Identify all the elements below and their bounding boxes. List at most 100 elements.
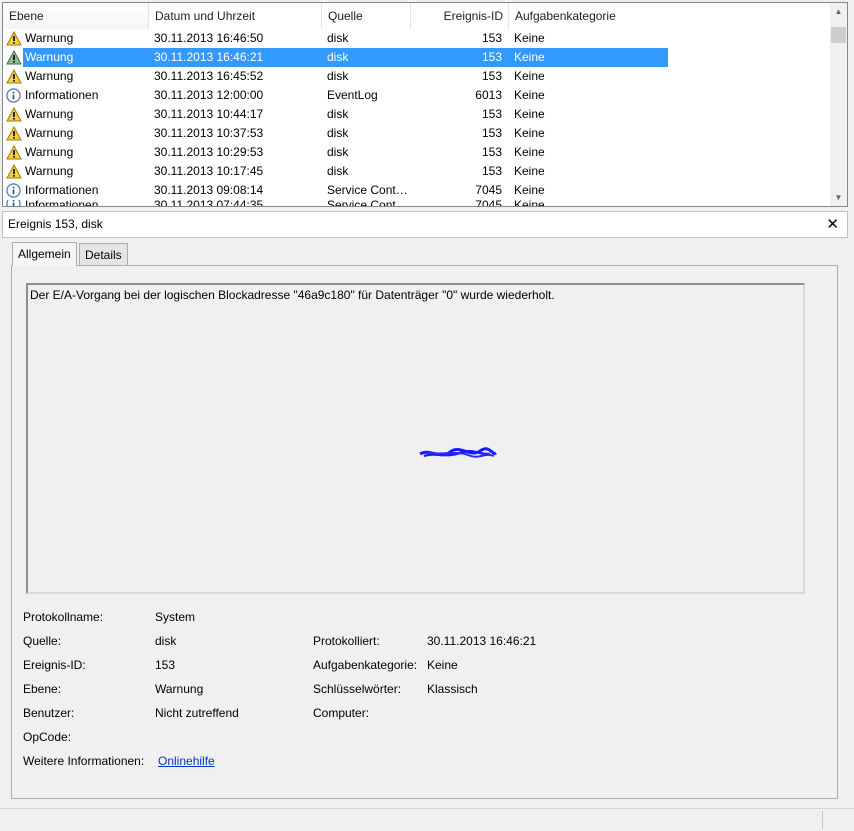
cell-level: Informationen [25, 183, 99, 197]
column-header-event-id[interactable]: Ereignis-ID [411, 3, 509, 29]
cell-source: Service Cont… [327, 200, 408, 207]
cell-event-id: 153 [481, 31, 502, 45]
cell-event-id: 7045 [475, 183, 502, 197]
close-icon[interactable]: ✕ [826, 213, 839, 236]
cell-source: disk [327, 164, 349, 178]
cell-level: Warnung [25, 145, 74, 159]
user-label: Benutzer: [23, 706, 75, 720]
cell-source: Service Cont… [327, 183, 408, 197]
opcode-label: OpCode: [23, 730, 72, 744]
cell-task: Keine [514, 69, 545, 83]
status-bar [0, 808, 854, 831]
cell-source: disk [327, 107, 349, 121]
info-icon [6, 200, 22, 206]
warning-icon [6, 163, 22, 179]
general-tab-panel: Der E/A-Vorgang bei der logischen Blocka… [11, 265, 838, 799]
list-header: Ebene Datum und Uhrzeit Quelle Ereignis-… [3, 3, 831, 29]
cell-level: Warnung [25, 107, 74, 121]
cell-level: Warnung [25, 69, 74, 83]
more-info-label: Weitere Informationen: [23, 754, 145, 768]
cell-task: Keine [514, 183, 545, 197]
cell-source: disk [327, 50, 349, 64]
event-id-label: Ereignis-ID: [23, 658, 86, 672]
table-row[interactable]: Warnung 30.11.2013 10:29:53 disk 153 Keine [3, 143, 831, 162]
cell-task: Keine [514, 164, 545, 178]
warning-icon [6, 144, 22, 160]
cell-datetime: 30.11.2013 10:29:53 [154, 145, 264, 159]
log-name-value: System [155, 610, 196, 624]
cell-event-id: 153 [481, 126, 502, 140]
source-value: disk [155, 634, 177, 648]
cell-datetime: 30.11.2013 10:37:53 [154, 126, 264, 140]
cell-event-id: 153 [481, 107, 502, 121]
event-list[interactable]: Ebene Datum und Uhrzeit Quelle Ereignis-… [2, 2, 848, 207]
table-row[interactable]: Informationen 30.11.2013 09:08:14 Service … [3, 181, 831, 200]
cell-task: Keine [514, 107, 545, 121]
cell-datetime: 30.11.2013 16:46:21 [154, 50, 264, 64]
cell-event-id: 7045 [475, 200, 502, 207]
detail-title: Ereignis 153, disk [8, 217, 103, 231]
table-row[interactable]: Informationen 30.11.2013 12:00:00 EventLog… [3, 86, 831, 105]
level-value: Warnung [155, 682, 204, 696]
redacted-computer-name [419, 447, 497, 458]
cell-task: Keine [514, 50, 545, 64]
cell-level: Informationen [25, 88, 99, 102]
scroll-thumb[interactable] [831, 27, 846, 43]
table-row[interactable]: Informationen 30.11.2013 07:44:35 Service … [3, 200, 831, 207]
logged-value: 30.11.2013 16:46:21 [427, 634, 537, 648]
table-row[interactable]: Warnung 30.11.2013 16:46:50 disk 153 Keine [3, 29, 831, 48]
column-header-level[interactable]: Ebene [3, 3, 149, 29]
tab-details[interactable]: Details [79, 243, 128, 265]
cell-source: disk [327, 145, 349, 159]
cell-datetime: 30.11.2013 07:44:35 [154, 200, 264, 207]
table-row[interactable]: Warnung 30.11.2013 16:45:52 disk 153 Keine [3, 67, 831, 86]
online-help-link[interactable]: Onlinehilfe [158, 754, 215, 768]
keywords-value: Klassisch [427, 682, 478, 696]
cell-event-id: 6013 [475, 88, 502, 102]
cell-event-id: 153 [481, 164, 502, 178]
event-id-value: 153 [155, 658, 176, 672]
column-header-datetime[interactable]: Datum und Uhrzeit [149, 3, 322, 29]
table-row[interactable]: Warnung 30.11.2013 10:17:45 disk 153 Keine [3, 162, 831, 181]
scroll-up-icon[interactable]: ▲ [830, 3, 847, 20]
cell-datetime: 30.11.2013 16:45:52 [154, 69, 264, 83]
warning-icon [6, 125, 22, 141]
cell-source: disk [327, 126, 349, 140]
warning-icon [6, 49, 22, 65]
vertical-scrollbar[interactable]: ▲ ▼ [830, 3, 847, 206]
task-category-label: Aufgabenkategorie: [313, 658, 418, 672]
source-label: Quelle: [23, 634, 62, 648]
cell-source: disk [327, 69, 349, 83]
status-separator [822, 811, 823, 829]
log-name-label: Protokollname: [23, 610, 104, 624]
table-row[interactable]: Warnung 30.11.2013 16:46:21 disk 153 Keine [3, 48, 831, 67]
computer-label: Computer: [313, 706, 370, 720]
tab-allgemein[interactable]: Allgemein [12, 242, 77, 266]
event-message[interactable]: Der E/A-Vorgang bei der logischen Blocka… [26, 283, 805, 594]
cell-source: EventLog [327, 88, 378, 102]
cell-task: Keine [514, 126, 545, 140]
table-row[interactable]: Warnung 30.11.2013 10:37:53 disk 153 Keine [3, 124, 831, 143]
keywords-label: Schlüsselwörter: [313, 682, 402, 696]
column-header-task[interactable]: Aufgabenkategorie [509, 3, 669, 29]
level-label: Ebene: [23, 682, 62, 696]
cell-datetime: 30.11.2013 10:17:45 [154, 164, 264, 178]
warning-icon [6, 30, 22, 46]
cell-datetime: 30.11.2013 10:44:17 [154, 107, 264, 121]
cell-level: Informationen [25, 200, 99, 207]
cell-task: Keine [514, 88, 545, 102]
cell-event-id: 153 [481, 50, 502, 64]
cell-task: Keine [514, 200, 545, 207]
scroll-down-icon[interactable]: ▼ [830, 189, 847, 206]
cell-level: Warnung [25, 31, 74, 45]
cell-event-id: 153 [481, 145, 502, 159]
column-header-source[interactable]: Quelle [322, 3, 411, 29]
cell-task: Keine [514, 145, 545, 159]
info-icon [6, 183, 22, 198]
cell-datetime: 30.11.2013 16:46:50 [154, 31, 264, 45]
cell-level: Warnung [25, 164, 74, 178]
cell-datetime: 30.11.2013 09:08:14 [154, 183, 264, 197]
table-row[interactable]: Warnung 30.11.2013 10:44:17 disk 153 Keine [3, 105, 831, 124]
warning-icon [6, 106, 22, 122]
cell-level: Warnung [25, 126, 74, 140]
